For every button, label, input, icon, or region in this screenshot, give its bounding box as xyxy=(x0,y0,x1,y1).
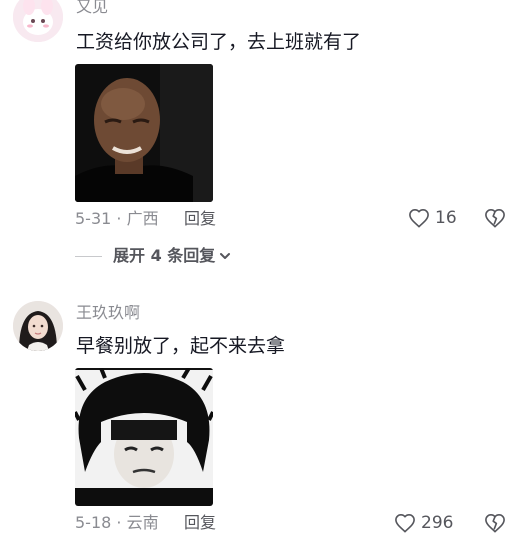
dislike-button[interactable] xyxy=(484,208,506,232)
comment-username[interactable]: 又见 xyxy=(76,0,108,17)
like-count: 16 xyxy=(435,208,457,228)
dislike-button[interactable] xyxy=(484,513,506,537)
expand-replies-label: 展开 4 条回复 xyxy=(113,246,216,265)
broken-heart-icon xyxy=(485,514,505,533)
divider-line xyxy=(75,255,102,257)
avatar[interactable] xyxy=(13,301,63,351)
heart-outline-icon xyxy=(395,514,415,533)
comment-date-location: 5-31 · 广西 xyxy=(75,209,159,228)
like-count: 296 xyxy=(421,513,454,533)
broken-heart-icon xyxy=(485,209,505,228)
comment-text: 早餐别放了，起不来去拿 xyxy=(76,335,286,357)
comment-image[interactable] xyxy=(75,368,213,506)
reply-button[interactable]: 回复 xyxy=(184,513,216,533)
expand-replies-button[interactable]: 展开 4 条回复 xyxy=(75,246,232,266)
comment-date-location: 5-18 · 云南 xyxy=(75,513,159,532)
like-button[interactable]: 16 xyxy=(408,208,457,228)
comment-username[interactable]: 王玖玖啊 xyxy=(76,303,140,323)
comment-text: 工资给你放公司了，去上班就有了 xyxy=(76,31,362,53)
comment-image[interactable] xyxy=(75,64,213,202)
avatar[interactable] xyxy=(13,0,63,42)
heart-outline-icon xyxy=(409,209,429,228)
chevron-down-icon xyxy=(220,253,231,259)
reply-button[interactable]: 回复 xyxy=(184,209,216,229)
like-button[interactable]: 296 xyxy=(394,513,453,533)
